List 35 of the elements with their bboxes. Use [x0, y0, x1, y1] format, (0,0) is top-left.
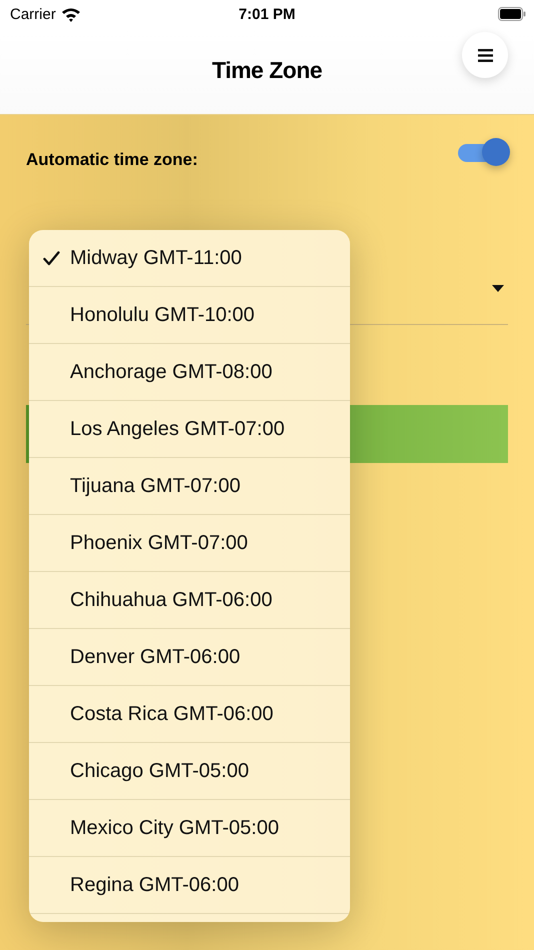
menu-item[interactable]: Costa Rica GMT-06:00: [29, 686, 350, 743]
menu-item[interactable]: Denver GMT-06:00: [29, 629, 350, 686]
menu-item-label: Regina GMT-06:00: [70, 874, 239, 896]
menu-item[interactable]: Los Angeles GMT-07:00: [29, 401, 350, 458]
menu-item-label: Midway GMT-11:00: [70, 246, 242, 270]
wifi-icon: [60, 6, 81, 22]
menu-button[interactable]: [462, 32, 508, 78]
menu-item-label: Los Angeles GMT-07:00: [70, 418, 285, 440]
menu-item-label: Mexico City GMT-05:00: [70, 816, 279, 840]
caret-icon: [492, 285, 504, 292]
menu-item-label: Costa Rica GMT-06:00: [70, 702, 274, 726]
menu-icon: [478, 48, 492, 62]
menu-item[interactable]: Midway GMT-11:00: [29, 230, 350, 287]
menu-item-label: Anchorage GMT-08:00: [70, 360, 272, 384]
menu-item[interactable]: Regina GMT-06:00: [29, 857, 350, 914]
menu-item[interactable]: Chihuahua GMT-06:00: [29, 572, 350, 629]
menu-item-label: Honolulu GMT-10:00: [70, 304, 255, 326]
menu-item-label: Phoenix GMT-07:00: [70, 532, 248, 554]
menu-item-label: Chicago GMT-05:00: [70, 760, 249, 782]
menu-item[interactable]: Phoenix GMT-07:00: [29, 515, 350, 572]
checkmark-icon: [43, 250, 60, 266]
menu-item-label: Chihuahua GMT-06:00: [70, 588, 272, 612]
page-title: Time Zone: [212, 57, 322, 84]
automatic-time-zone-label: Automatic time zone:: [26, 150, 198, 170]
menu-item[interactable]: Mexico City GMT-05:00: [29, 800, 350, 857]
menu-item-label: Denver GMT-06:00: [70, 646, 240, 668]
status-time: 7:01 PM: [238, 6, 296, 23]
menu-item-label: Tijuana GMT-07:00: [70, 474, 240, 498]
carrier-label: Carrier: [10, 6, 56, 22]
menu-item[interactable]: Tijuana GMT-07:00: [29, 458, 350, 515]
battery-icon: [498, 7, 526, 21]
toggle-switch[interactable]: [456, 138, 512, 166]
menu-item[interactable]: Anchorage GMT-08:00: [29, 344, 350, 401]
menu-item[interactable]: Honolulu GMT-10:00: [29, 287, 350, 344]
menu-item[interactable]: Chicago GMT-05:00: [29, 743, 350, 800]
